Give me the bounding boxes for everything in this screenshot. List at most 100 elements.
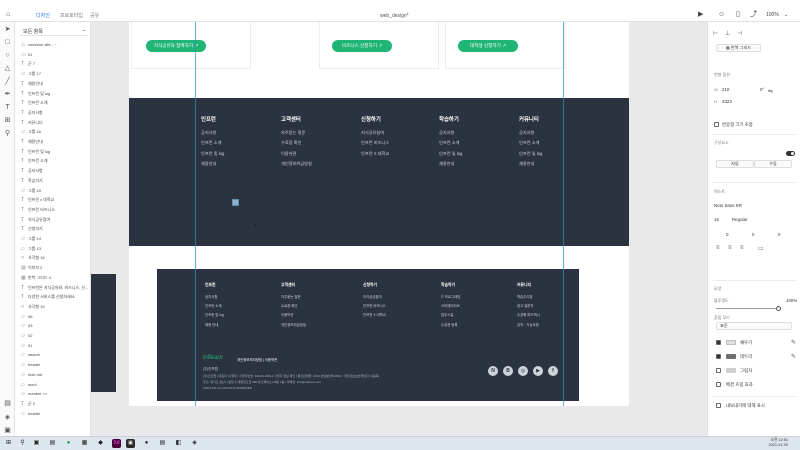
state-auto-button[interactable]: 자동 xyxy=(716,160,754,168)
layer-item[interactable]: T 학습하기 xyxy=(21,176,43,185)
select-tool-icon[interactable]: ➤ xyxy=(4,26,11,33)
layer-item[interactable]: ▨ 이미지 2 xyxy=(21,263,42,272)
layer-item[interactable]: ▱ search xyxy=(21,350,40,359)
layer-item[interactable]: T 채용안내 xyxy=(21,79,43,88)
mobile-preview-icon[interactable]: ▯ xyxy=(736,11,740,18)
footer-link[interactable]: 공지사항 xyxy=(205,294,224,299)
footer-link[interactable]: 인프런 및 log xyxy=(439,151,462,157)
footer-link[interactable]: 개인정보취급방침 xyxy=(281,161,312,167)
tracking-field[interactable]: 0 xyxy=(726,232,728,237)
explorer-icon[interactable]: ▤ xyxy=(48,439,57,448)
canvas[interactable]: 지식공유자 참여하기 ↗ 비즈니스 신청하기 ↗ 대학생 신청하기 ↗ 인프런 공… xyxy=(91,22,707,436)
app-icon[interactable]: ▤ xyxy=(158,439,167,448)
zoom-tool-icon[interactable]: ⚲ xyxy=(4,130,11,137)
border-swatch[interactable] xyxy=(726,354,736,359)
opacity-slider[interactable] xyxy=(716,308,781,309)
layer-item[interactable]: □ 사각형 16 xyxy=(21,253,45,262)
align-text-left-icon[interactable]: ≡ xyxy=(716,245,720,251)
fill-checkbox[interactable] xyxy=(716,340,721,345)
layer-item[interactable]: ▱ 그룹 13 xyxy=(21,244,41,253)
layer-item[interactable]: T 인프런 및 log xyxy=(21,147,50,156)
task-view-icon[interactable]: ▣ xyxy=(32,439,41,448)
line-height-field[interactable]: 0 xyxy=(752,232,754,237)
layer-item[interactable]: T 신청하기 xyxy=(21,224,43,233)
layer-item[interactable]: ▱ word xyxy=(21,380,37,389)
rotation-field[interactable]: 0° xyxy=(760,87,764,92)
footer-link[interactable]: IT 프로그래밍 xyxy=(441,294,461,299)
footer-link[interactable]: 수강권 등록 xyxy=(441,322,461,327)
chevron-down-icon[interactable]: ⌄ xyxy=(784,12,788,18)
layer-item[interactable]: ▱ 01 xyxy=(21,341,32,350)
layers-icon[interactable]: ◈ xyxy=(4,414,11,421)
footer-link[interactable]: 인프런 소개 xyxy=(205,303,224,308)
layer-item[interactable]: ▦ 반복 그리드 4 xyxy=(21,273,51,282)
font-family-select[interactable]: Noto Sans KR xyxy=(714,203,742,208)
footer-link[interactable]: 수료증 확인 xyxy=(281,303,306,308)
cta-button-1[interactable]: 지식공유자 참여하기 ↗ xyxy=(146,40,206,52)
footer-link[interactable]: 인프런 비즈니스 xyxy=(361,140,389,146)
layer-item[interactable]: ▭ 01 xyxy=(21,50,32,59)
shadow-swatch[interactable] xyxy=(726,368,736,373)
sns-facebook-icon[interactable]: f xyxy=(548,366,558,376)
app-icon[interactable]: ◈ xyxy=(190,439,199,448)
align-text-center-icon[interactable]: ≡ xyxy=(728,245,732,251)
footer-small[interactable]: inflearn 개인정보처리방침 | 이용약관 (주)인프랩 (주)인프랩 |… xyxy=(157,269,579,401)
footer-link[interactable]: 공지사항 xyxy=(519,130,542,136)
align-center-icon[interactable]: ⊥ xyxy=(725,30,730,37)
footer-link[interactable]: 채용안내 xyxy=(519,161,542,167)
adobe-xd-icon[interactable]: Xd xyxy=(112,439,121,448)
layer-item[interactable]: ▱ 02 xyxy=(21,331,32,340)
app-icon[interactable]: ● xyxy=(142,439,151,448)
cta-button-2[interactable]: 비즈니스 신청하기 ↗ xyxy=(332,40,392,52)
footer-link[interactable]: 크리에이티브 xyxy=(441,303,461,308)
tab-design[interactable]: 디자인 xyxy=(36,12,50,25)
layer-item[interactable]: ▱ header xyxy=(21,409,40,418)
layer-filter-select[interactable]: 모든 항목 ⌄ xyxy=(20,26,88,36)
footer-link[interactable]: 이용약관 xyxy=(281,151,312,157)
search-icon[interactable]: ⚲ xyxy=(18,439,27,448)
tab-share[interactable]: 공유 xyxy=(90,12,99,19)
layer-item[interactable]: □ 사각형 19 xyxy=(21,302,45,311)
footer-link[interactable]: 공지사항 xyxy=(439,130,462,136)
layer-item[interactable]: T 지식공유참여 xyxy=(21,215,50,224)
layer-item[interactable]: T 인프런 소개 xyxy=(21,156,48,165)
layer-item[interactable]: T 인프런은 지식공유와, 비즈니스, 신... xyxy=(21,283,88,292)
chrome-icon[interactable]: ● xyxy=(64,439,73,448)
footer-link[interactable]: 인프런 X 대학교 xyxy=(363,312,386,317)
bg-blur-checkbox[interactable] xyxy=(716,382,721,387)
align-right-icon[interactable]: ⊣ xyxy=(737,30,742,37)
font-weight-select[interactable]: Regular xyxy=(732,217,747,222)
layer-item[interactable]: ▱ 그룹 14 xyxy=(21,234,41,243)
footer-link[interactable]: 광고 질문지 xyxy=(517,303,540,308)
layer-item[interactable]: ◇ common site - ~ xyxy=(21,40,57,49)
layer-item[interactable]: T 공지사항 xyxy=(21,166,43,175)
state-manual-button[interactable]: 수동 xyxy=(754,160,792,168)
layer-item[interactable]: ▱ number >> xyxy=(21,389,47,398)
assets-icon[interactable]: ▤ xyxy=(4,400,11,407)
user-icon[interactable]: ☺ xyxy=(718,11,725,18)
layer-item[interactable]: T 인프런 x 대학교 xyxy=(21,195,54,204)
ellipse-tool-icon[interactable]: ○ xyxy=(4,52,11,59)
sns-naver-icon[interactable]: N xyxy=(488,366,498,376)
layer-item[interactable]: T 공지사항 xyxy=(21,108,43,117)
border-checkbox[interactable] xyxy=(716,354,721,359)
system-clock[interactable]: 오전 12:51 2021-01-09 xyxy=(769,438,788,448)
footer-link[interactable]: 자주묻는 질문 xyxy=(281,294,306,299)
plugins-icon[interactable]: ▣ xyxy=(4,427,11,434)
layer-item[interactable]: T 인프런 비즈니스 xyxy=(21,205,55,214)
blend-mode-select[interactable]: 표준 xyxy=(716,322,792,330)
line-tool-icon[interactable]: ╱ xyxy=(4,78,11,85)
zoom-level[interactable]: 100% xyxy=(766,12,779,18)
sns-instagram-icon[interactable]: ◎ xyxy=(518,366,528,376)
paragraph-spacing-field[interactable]: 0 xyxy=(778,232,780,237)
footer-link[interactable]: 인프런 비즈니스 xyxy=(363,303,386,308)
layer-item[interactable]: T 채용안내 xyxy=(21,137,43,146)
flip-icon[interactable]: ⇋ xyxy=(768,88,773,95)
repeat-grid-button[interactable]: ▦ 반복 그리드 xyxy=(716,44,761,52)
layer-item[interactable]: T 다양한 서비스를 신청하세요. xyxy=(21,292,76,301)
mark-for-export-checkbox[interactable] xyxy=(716,403,721,408)
layer-item[interactable]: ▱ 그룹 15 xyxy=(21,186,41,195)
footer-link[interactable]: 지식공유참여 xyxy=(363,294,386,299)
w-field[interactable]: 210 xyxy=(722,87,729,92)
footer-link[interactable]: 인프런 소개 xyxy=(439,140,462,146)
